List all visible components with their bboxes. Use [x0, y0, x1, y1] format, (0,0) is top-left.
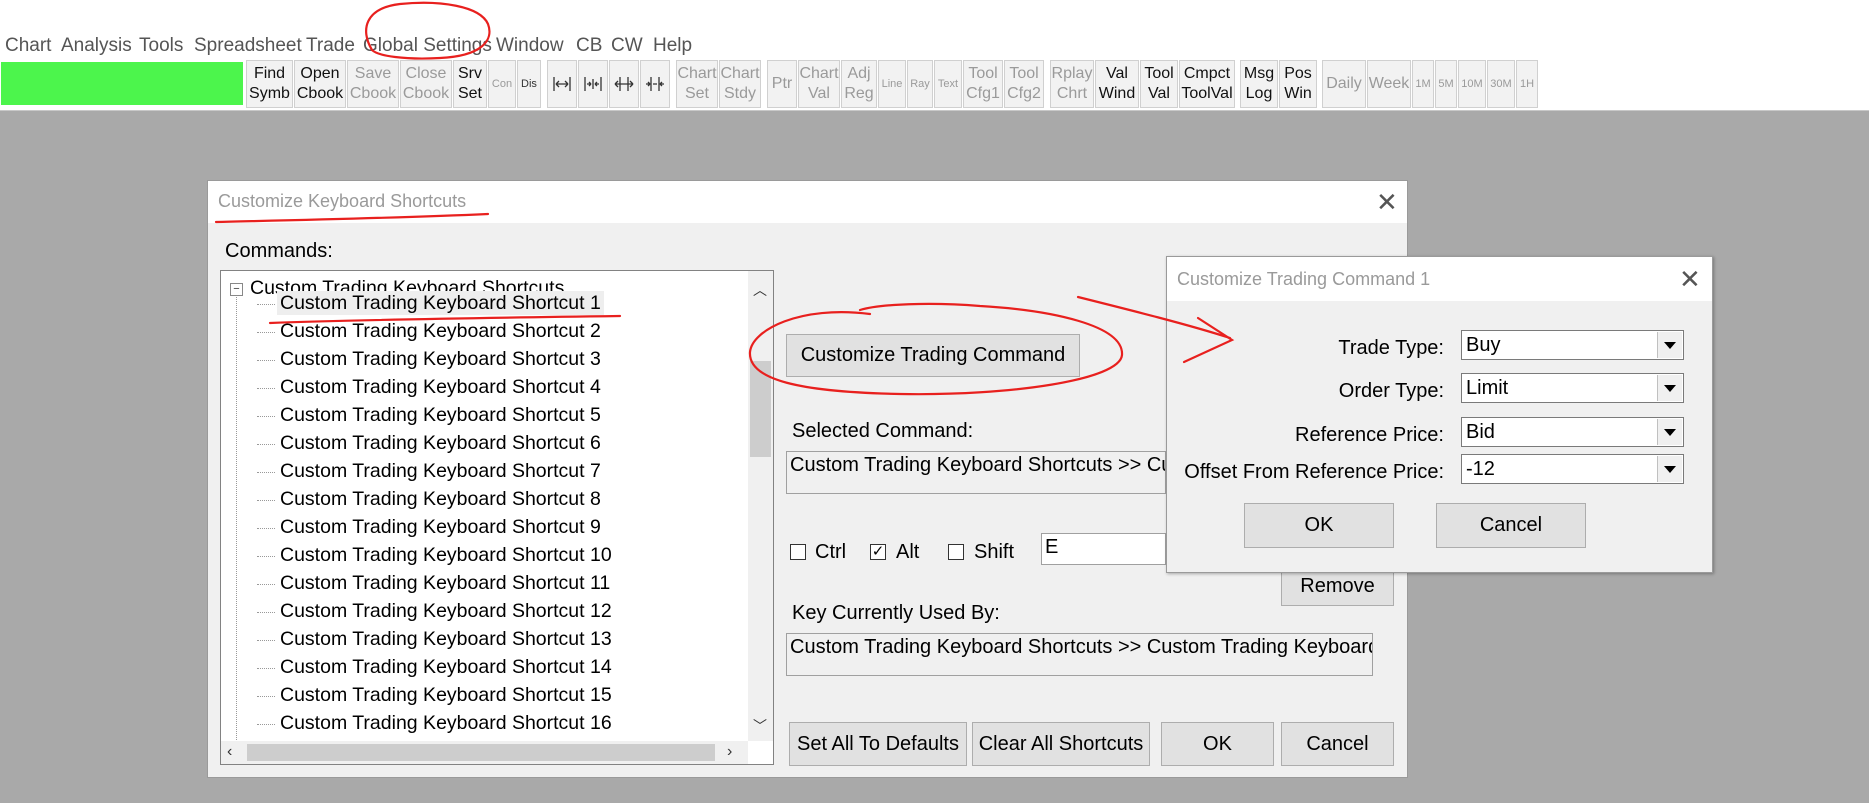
annotation-underline-title [214, 212, 490, 224]
annotation-arrow-line [1076, 295, 1232, 340]
annotation-arrow-head [1182, 316, 1235, 364]
annotation-underline-shortcut-1 [268, 314, 622, 325]
annotation-oval-customize-button [748, 302, 1124, 396]
annotation-overlay [214, 1, 1235, 396]
annotation-circle-global-settings [365, 1, 491, 60]
